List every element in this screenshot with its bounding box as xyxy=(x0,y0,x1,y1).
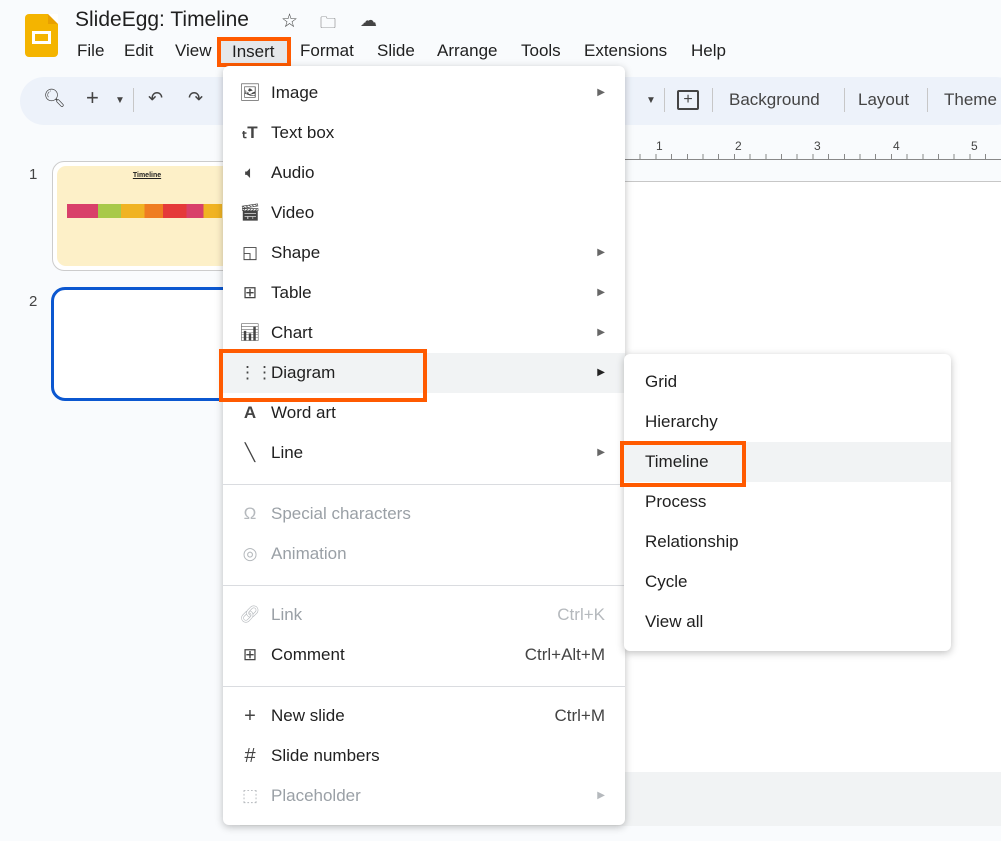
submenu-item-process[interactable]: Process xyxy=(624,482,951,522)
timeline-highlight-box xyxy=(620,441,746,487)
insert-menu: 🖼︎ Image ▶ ₜT Text box 🔈︎ Audio 🎬︎ Video ◱ Sha… xyxy=(223,66,625,825)
submenu-arrow-icon: ▶ xyxy=(597,87,605,98)
menu-item-table[interactable]: ⊞ Table ▶ xyxy=(223,273,625,313)
menu-item-audio[interactable]: 🔈︎ Audio xyxy=(223,153,625,193)
text-box-icon: ₜT xyxy=(242,123,258,142)
chart-icon: 📊︎ xyxy=(239,323,261,342)
menu-item-chart[interactable]: 📊︎ Chart ▶ xyxy=(223,313,625,353)
star-icon[interactable]: ☆ xyxy=(281,10,298,33)
divider xyxy=(664,88,665,112)
submenu-arrow-icon: ▶ xyxy=(597,790,605,801)
menu-item-comment[interactable]: ⊞ Comment Ctrl+Alt+M xyxy=(223,635,625,675)
divider xyxy=(712,88,713,112)
menu-item-link[interactable]: 🔗︎ Link Ctrl+K xyxy=(223,595,625,635)
search-icon[interactable]: 🔍︎ xyxy=(43,88,66,109)
slide-thumbnail-2[interactable] xyxy=(51,287,241,401)
hash-icon: # xyxy=(244,745,256,767)
submenu-arrow-icon: ▶ xyxy=(597,247,605,258)
ruler-label: 4 xyxy=(893,139,900,153)
ruler-label: 2 xyxy=(735,139,742,153)
menu-item-special-characters[interactable]: Ω Special characters xyxy=(223,494,625,534)
menu-arrange[interactable]: Arrange xyxy=(437,41,497,61)
menu-item-line[interactable]: ╲ Line ▶ xyxy=(223,433,625,473)
divider xyxy=(223,686,625,687)
menu-format[interactable]: Format xyxy=(300,41,354,61)
slide-thumbnail-1[interactable]: Timeline xyxy=(52,161,242,271)
menu-insert[interactable]: Insert xyxy=(221,41,287,63)
undo-icon[interactable]: ↶ xyxy=(148,88,163,109)
slide-number: 1 xyxy=(29,166,38,183)
move-to-folder-icon[interactable]: 🗀 xyxy=(320,12,336,39)
menu-extensions[interactable]: Extensions xyxy=(584,41,667,61)
menu-item-shape[interactable]: ◱ Shape ▶ xyxy=(223,233,625,273)
diagram-highlight-box xyxy=(219,349,427,402)
divider xyxy=(223,585,625,586)
theme-button[interactable]: Theme xyxy=(944,90,997,110)
submenu-item-hierarchy[interactable]: Hierarchy xyxy=(624,402,951,442)
new-slide-icon[interactable]: + xyxy=(86,85,99,111)
comment-icon: ⊞ xyxy=(242,645,258,664)
placeholder-icon: ⬚ xyxy=(241,786,259,805)
menu-slide[interactable]: Slide xyxy=(377,41,415,61)
menu-item-image[interactable]: 🖼︎ Image ▶ xyxy=(223,73,625,113)
thumbnail-title: Timeline xyxy=(132,172,162,179)
menu-item-placeholder[interactable]: ⬚ Placeholder ▶ xyxy=(223,776,625,816)
menu-insert-highlight[interactable]: Insert xyxy=(217,37,291,67)
submenu-item-grid[interactable]: Grid xyxy=(624,362,951,402)
redo-icon[interactable]: ↷ xyxy=(188,88,203,109)
plus-icon: + xyxy=(244,705,256,727)
ruler[interactable] xyxy=(625,140,1001,160)
menu-tools[interactable]: Tools xyxy=(521,41,561,61)
menu-item-animation[interactable]: ◎ Animation xyxy=(223,534,625,574)
slides-logo[interactable] xyxy=(25,14,58,57)
timeline-graphic xyxy=(67,204,222,218)
menu-view[interactable]: View xyxy=(175,41,212,61)
omega-icon: Ω xyxy=(243,504,257,523)
menu-item-text-box[interactable]: ₜT Text box xyxy=(223,113,625,153)
video-icon: 🎬︎ xyxy=(239,203,261,222)
diagram-submenu: Grid Hierarchy Timeline Process Relation… xyxy=(624,354,951,651)
cloud-saved-icon: ☁ xyxy=(360,11,377,30)
menu-item-new-slide[interactable]: + New slide Ctrl+M xyxy=(223,696,625,736)
ruler-label: 1 xyxy=(656,139,663,153)
menu-item-video[interactable]: 🎬︎ Video xyxy=(223,193,625,233)
slide-number: 2 xyxy=(29,293,38,310)
ruler-label: 5 xyxy=(971,139,978,153)
line-chevron-down-icon[interactable]: ▼ xyxy=(646,95,656,106)
line-icon: ╲ xyxy=(244,443,256,462)
link-icon: 🔗︎ xyxy=(239,605,261,624)
menu-edit[interactable]: Edit xyxy=(124,41,153,61)
layout-button[interactable]: Layout xyxy=(858,90,909,110)
submenu-item-view-all[interactable]: View all xyxy=(624,602,951,642)
background-button[interactable]: Background xyxy=(729,90,820,110)
image-icon: 🖼︎ xyxy=(239,83,261,102)
shape-icon: ◱ xyxy=(241,243,259,262)
add-comment-icon[interactable]: + xyxy=(677,90,699,110)
submenu-item-cycle[interactable]: Cycle xyxy=(624,562,951,602)
ruler-label: 3 xyxy=(814,139,821,153)
submenu-item-relationship[interactable]: Relationship xyxy=(624,522,951,562)
divider xyxy=(844,88,845,112)
document-title[interactable]: SlideEgg: Timeline xyxy=(75,8,249,32)
divider xyxy=(133,88,134,112)
menu-file[interactable]: File xyxy=(77,41,104,61)
audio-icon: 🔈︎ xyxy=(244,163,256,182)
chevron-down-icon[interactable]: ▼ xyxy=(115,95,125,106)
divider xyxy=(927,88,928,112)
table-icon: ⊞ xyxy=(242,283,258,302)
submenu-arrow-icon: ▶ xyxy=(597,327,605,338)
menu-help[interactable]: Help xyxy=(691,41,726,61)
submenu-arrow-icon: ▶ xyxy=(597,447,605,458)
submenu-arrow-icon: ▶ xyxy=(597,287,605,298)
animation-icon: ◎ xyxy=(242,544,258,563)
menu-item-slide-numbers[interactable]: # Slide numbers xyxy=(223,736,625,776)
submenu-arrow-icon: ▶ xyxy=(597,367,605,378)
divider xyxy=(223,484,625,485)
